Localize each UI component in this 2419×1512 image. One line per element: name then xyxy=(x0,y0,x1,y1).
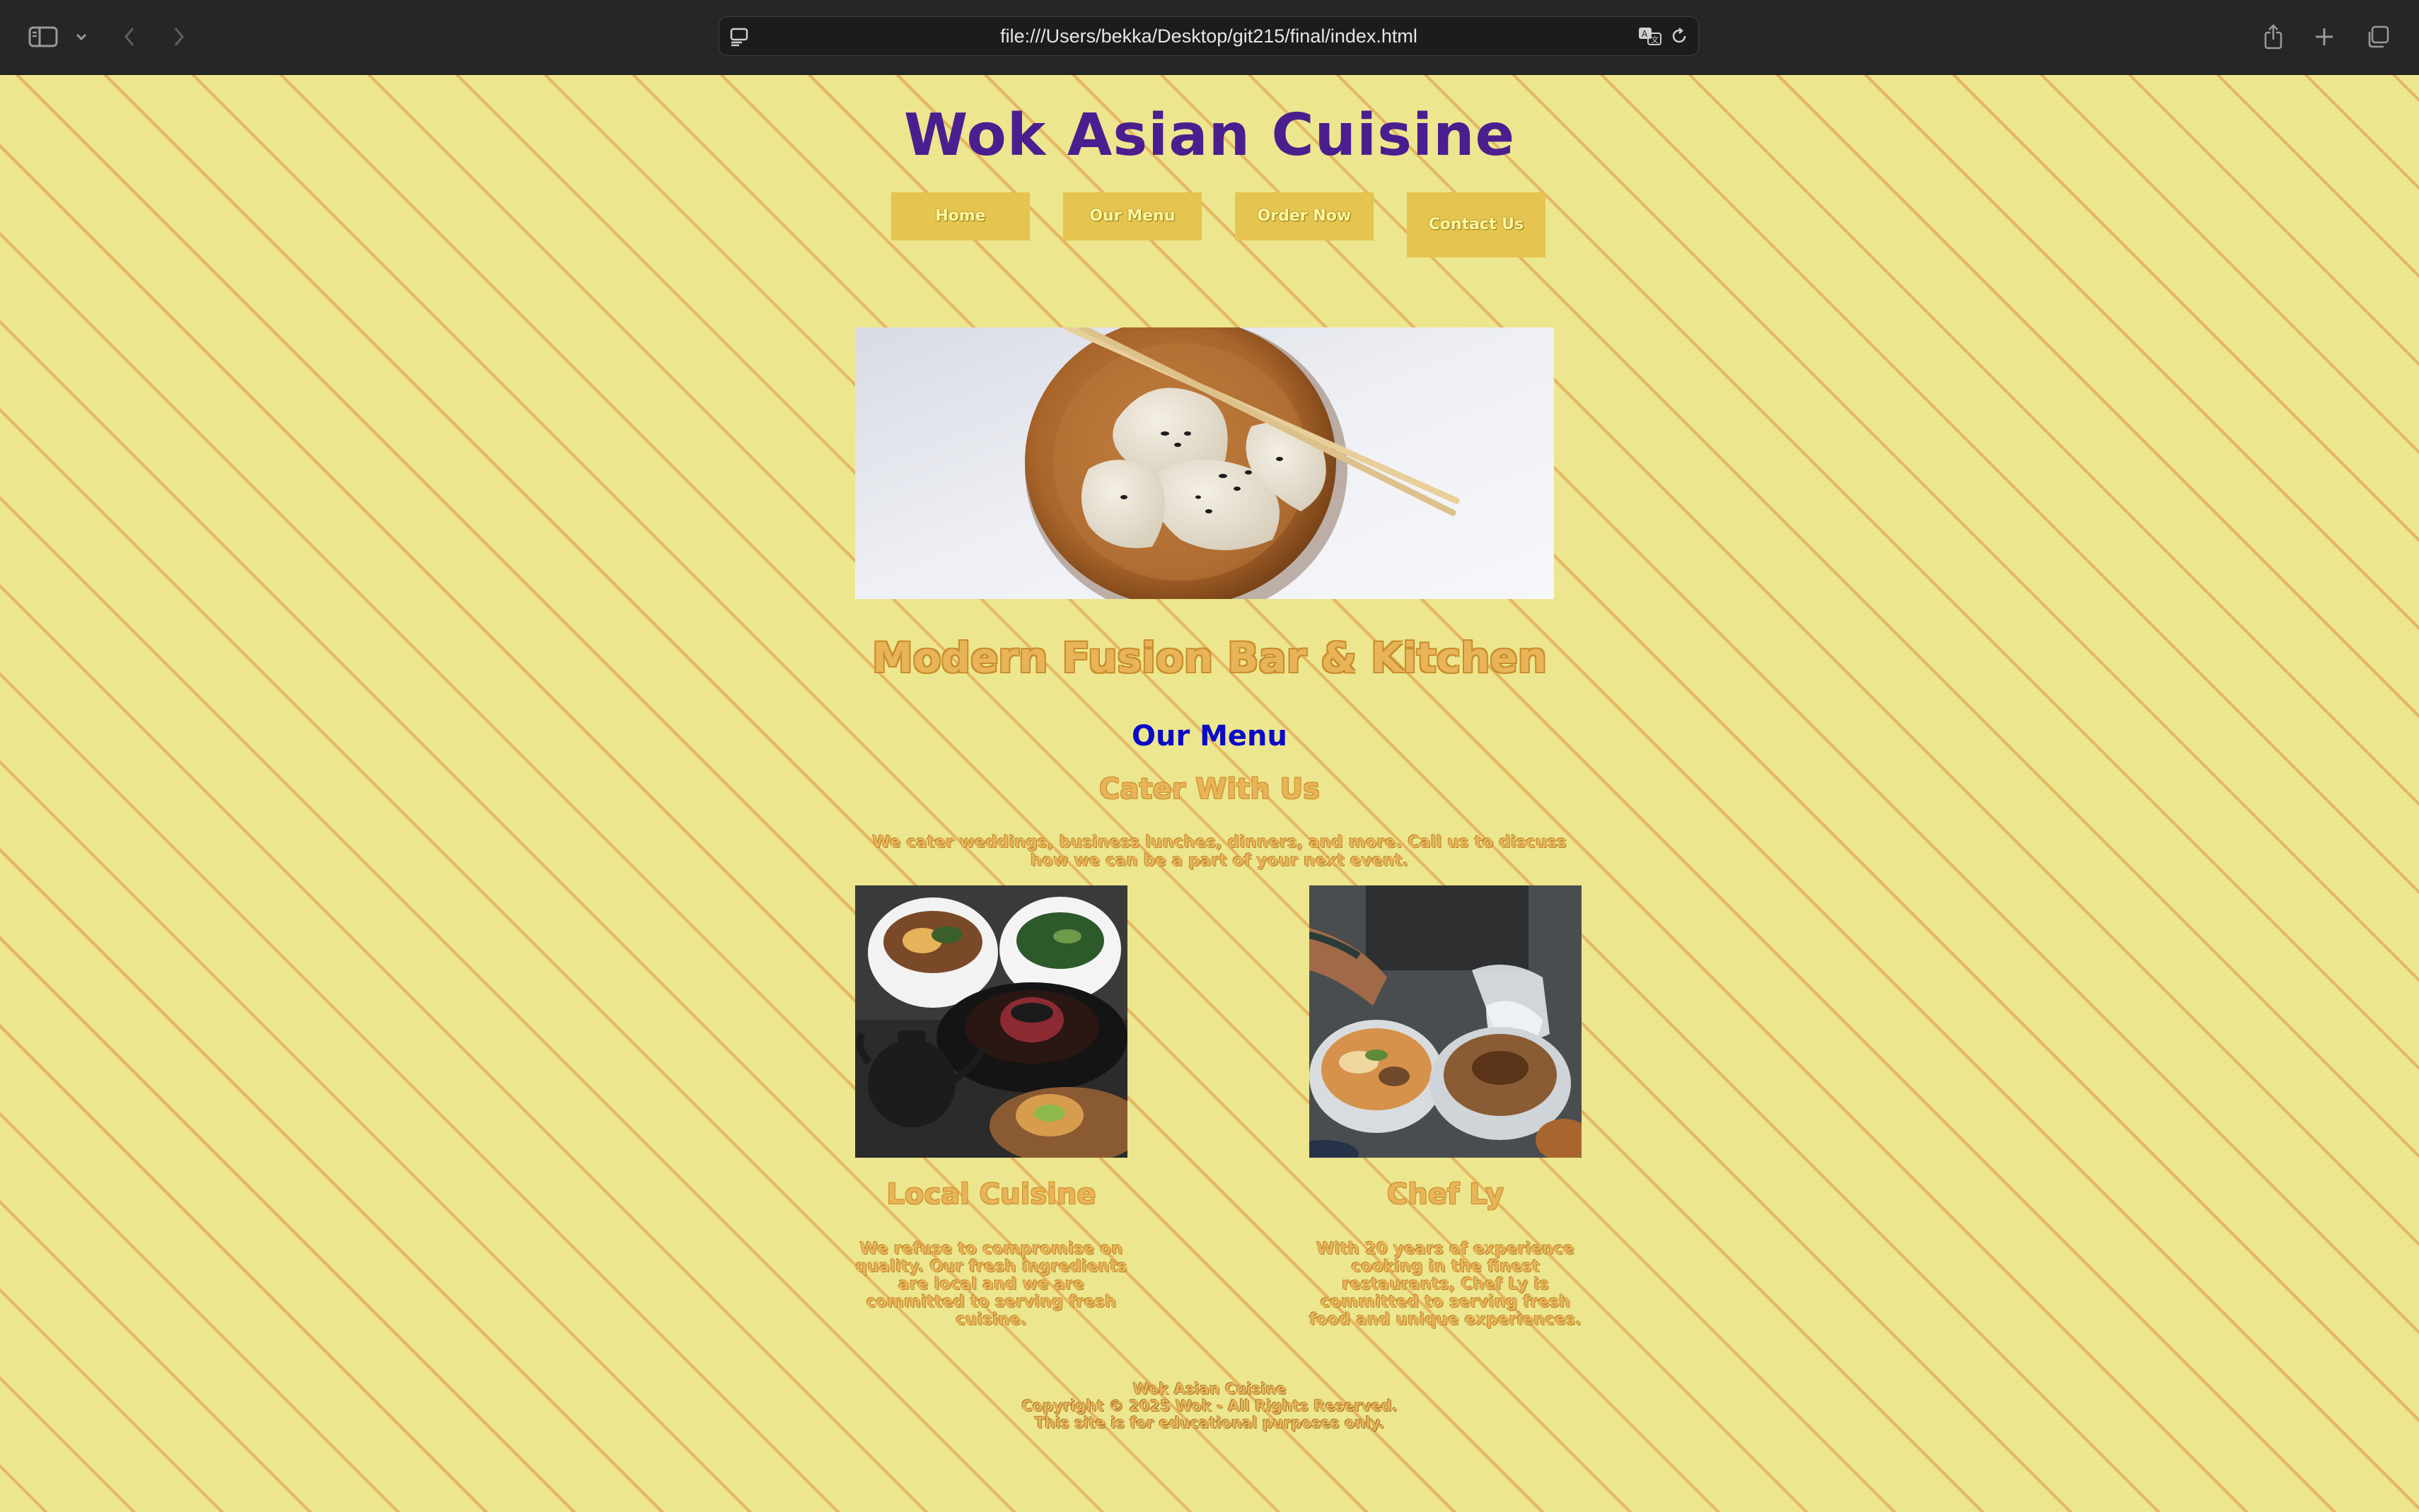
chevron-down-icon[interactable] xyxy=(71,23,92,51)
local-cuisine-image xyxy=(855,885,1127,1158)
footer-name: Wok Asian Cuisine xyxy=(1132,1380,1287,1397)
site-subtitle: Modern Fusion Bar & Kitchen xyxy=(871,634,1548,682)
nav-our-menu[interactable]: Our Menu xyxy=(1063,192,1202,240)
local-cuisine-heading: Local Cuisine xyxy=(886,1178,1096,1211)
nav-home[interactable]: Home xyxy=(891,192,1030,240)
hero-image xyxy=(855,327,1554,599)
web-page: Wok Asian Cuisine Home Our Menu Order No… xyxy=(0,75,2419,1512)
sidebar-icon[interactable] xyxy=(27,23,59,51)
nav-order-now[interactable]: Order Now xyxy=(1235,192,1374,240)
site-footer: Wok Asian Cuisine Copyright © 2025 Wok -… xyxy=(0,1380,2419,1431)
translate-icon[interactable]: A文 xyxy=(1637,25,1663,50)
nav-contact-us[interactable]: Contact Us xyxy=(1407,192,1545,257)
browser-toolbar: file:///Users/bekka/Desktop/git215/final… xyxy=(0,0,2419,75)
cater-heading: Cater With Us xyxy=(1099,773,1320,806)
svg-text:文: 文 xyxy=(1651,35,1659,45)
cater-text: We cater weddings, business lunches, din… xyxy=(872,833,1567,870)
footer-disclaimer: This site is for educational purposes on… xyxy=(1034,1414,1385,1431)
back-icon[interactable] xyxy=(117,23,141,51)
local-cuisine-text: We refuse to compromise on quality. Our … xyxy=(855,1240,1127,1329)
chef-ly-heading: Chef Ly xyxy=(1386,1178,1504,1211)
address-bar[interactable]: file:///Users/bekka/Desktop/git215/final… xyxy=(719,16,1699,56)
forward-icon[interactable] xyxy=(167,23,191,51)
card-local-cuisine: Local Cuisine We refuse to compromise on… xyxy=(855,885,1127,1329)
footer-copyright: Copyright © 2025 Wok - All Rights Reserv… xyxy=(1021,1397,1398,1414)
chef-ly-text: With 20 years of experience cooking in t… xyxy=(1309,1240,1582,1329)
our-menu-link[interactable]: Our Menu xyxy=(0,720,2419,752)
share-icon[interactable] xyxy=(2261,23,2286,51)
main-nav: Home Our Menu Order Now Contact Us xyxy=(891,192,1545,263)
card-chef-ly: Chef Ly With 20 years of experience cook… xyxy=(1309,885,1582,1329)
tabs-overview-icon[interactable] xyxy=(2364,23,2392,51)
site-title: Wok Asian Cuisine xyxy=(903,102,1516,169)
url-text[interactable]: file:///Users/bekka/Desktop/git215/final… xyxy=(719,17,1698,55)
new-tab-icon[interactable] xyxy=(2311,23,2337,51)
svg-text:A: A xyxy=(1642,29,1648,39)
reload-icon[interactable] xyxy=(1669,25,1690,50)
chef-ly-image xyxy=(1309,885,1582,1158)
